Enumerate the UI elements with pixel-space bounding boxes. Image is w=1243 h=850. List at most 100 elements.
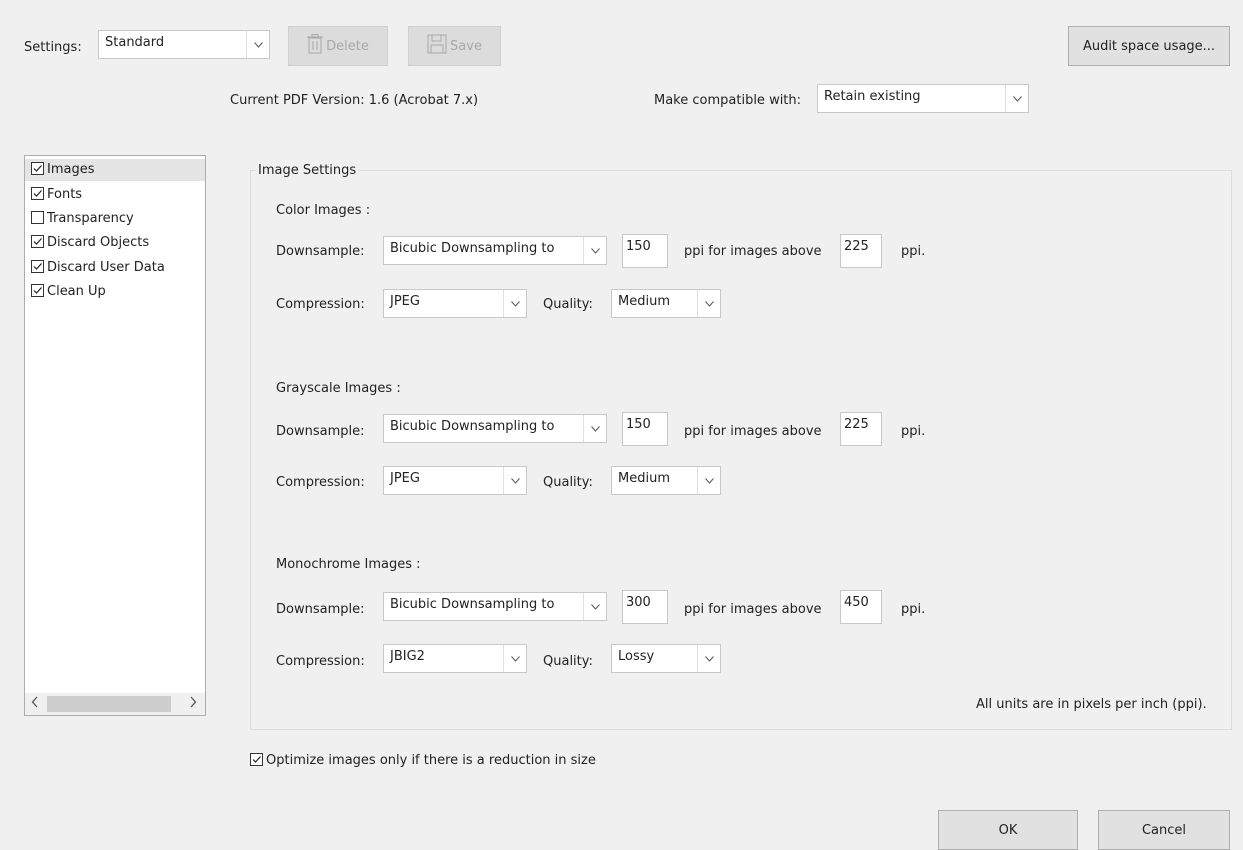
- color-images-title: Color Images :: [276, 203, 371, 218]
- cancel-button[interactable]: Cancel: [1098, 810, 1230, 850]
- checkbox-discard-objects[interactable]: [31, 235, 44, 248]
- checkbox-images[interactable]: [31, 162, 44, 175]
- quality-label: Quality:: [543, 297, 593, 312]
- scrollbar-thumb[interactable]: [47, 696, 171, 712]
- settings-select[interactable]: Standard: [98, 30, 270, 59]
- category-list[interactable]: Images Fonts Transparency Discard Object…: [24, 155, 206, 716]
- compression-label: Compression:: [276, 654, 365, 669]
- chevron-down-icon: [697, 467, 720, 494]
- list-item-discard-objects[interactable]: Discard Objects: [31, 232, 149, 254]
- quality-label: Quality:: [543, 654, 593, 669]
- scroll-left-icon[interactable]: [31, 696, 39, 712]
- ppi-above-label: ppi for images above: [684, 244, 822, 259]
- floppy-disk-icon: [427, 34, 447, 58]
- color-quality-select[interactable]: Medium: [611, 289, 721, 318]
- monochrome-images-title: Monochrome Images :: [276, 557, 421, 572]
- ppi-label: ppi.: [901, 602, 926, 617]
- save-button[interactable]: Save: [408, 26, 501, 66]
- optimize-checkbox-row[interactable]: Optimize images only if there is a reduc…: [250, 753, 596, 768]
- chevron-down-icon: [697, 645, 720, 672]
- settings-select-value: Standard: [105, 35, 165, 50]
- monochrome-ppi-input[interactable]: 300: [622, 590, 668, 624]
- monochrome-ppi-value: 300: [626, 595, 651, 610]
- chevron-down-icon: [697, 290, 720, 317]
- monochrome-quality-value: Lossy: [618, 649, 655, 664]
- list-item-label: Fonts: [47, 187, 83, 202]
- color-compression-value: JPEG: [390, 294, 420, 309]
- color-above-value: 225: [844, 239, 869, 254]
- color-above-input[interactable]: 225: [840, 234, 882, 268]
- delete-button-label: Delete: [326, 38, 369, 54]
- ppi-label: ppi.: [901, 424, 926, 439]
- checkbox-clean-up[interactable]: [31, 284, 44, 297]
- audit-space-usage-label: Audit space usage...: [1082, 38, 1216, 54]
- list-item-label: Transparency: [47, 211, 134, 226]
- grayscale-compression-select[interactable]: JPEG: [383, 466, 527, 495]
- compression-label: Compression:: [276, 297, 365, 312]
- grayscale-downsample-select[interactable]: Bicubic Downsampling to: [383, 414, 607, 443]
- ok-button-label: OK: [998, 822, 1018, 838]
- units-note: All units are in pixels per inch (ppi).: [976, 697, 1207, 712]
- settings-label: Settings:: [24, 40, 82, 55]
- monochrome-compression-value: JBIG2: [390, 649, 425, 664]
- monochrome-downsample-value: Bicubic Downsampling to: [390, 597, 555, 612]
- list-item-label: Clean Up: [47, 284, 106, 299]
- checkbox-discard-user-data[interactable]: [31, 260, 44, 273]
- chevron-down-icon: [503, 290, 526, 317]
- grayscale-quality-select[interactable]: Medium: [611, 466, 721, 495]
- grayscale-ppi-input[interactable]: 150: [622, 412, 668, 446]
- list-item-images[interactable]: Images: [31, 159, 95, 181]
- downsample-label: Downsample:: [276, 244, 365, 259]
- ppi-label: ppi.: [901, 244, 926, 259]
- monochrome-downsample-select[interactable]: Bicubic Downsampling to: [383, 592, 607, 621]
- chevron-down-icon: [246, 31, 269, 58]
- save-button-label: Save: [450, 38, 482, 54]
- trash-icon: [307, 34, 324, 58]
- scroll-right-icon[interactable]: [189, 696, 197, 712]
- checkbox-transparency[interactable]: [31, 211, 44, 224]
- delete-button[interactable]: Delete: [288, 26, 388, 66]
- grayscale-above-input[interactable]: 225: [840, 412, 882, 446]
- quality-label: Quality:: [543, 475, 593, 490]
- compat-select[interactable]: Retain existing: [817, 84, 1029, 113]
- ppi-above-label: ppi for images above: [684, 602, 822, 617]
- chevron-down-icon: [583, 237, 606, 264]
- ppi-above-label: ppi for images above: [684, 424, 822, 439]
- chevron-down-icon: [1005, 85, 1028, 112]
- list-item-fonts[interactable]: Fonts: [31, 184, 82, 206]
- color-ppi-input[interactable]: 150: [622, 234, 668, 268]
- monochrome-compression-select[interactable]: JBIG2: [383, 644, 527, 673]
- ok-button[interactable]: OK: [938, 810, 1078, 850]
- compression-label: Compression:: [276, 475, 365, 490]
- color-downsample-select[interactable]: Bicubic Downsampling to: [383, 236, 607, 265]
- color-compression-select[interactable]: JPEG: [383, 289, 527, 318]
- list-item-clean-up[interactable]: Clean Up: [31, 281, 106, 303]
- downsample-label: Downsample:: [276, 424, 365, 439]
- chevron-down-icon: [503, 467, 526, 494]
- color-quality-value: Medium: [618, 294, 670, 309]
- list-item-label: Discard User Data: [47, 260, 165, 275]
- cancel-button-label: Cancel: [1141, 822, 1187, 838]
- chevron-down-icon: [583, 593, 606, 620]
- current-pdf-version: Current PDF Version: 1.6 (Acrobat 7.x): [230, 93, 479, 108]
- image-settings-title: Image Settings: [256, 163, 359, 178]
- grayscale-compression-value: JPEG: [390, 471, 420, 486]
- audit-space-usage-button[interactable]: Audit space usage...: [1068, 26, 1230, 66]
- list-item-discard-user-data[interactable]: Discard User Data: [31, 257, 165, 279]
- color-downsample-value: Bicubic Downsampling to: [390, 241, 555, 256]
- list-item-transparency[interactable]: Transparency: [31, 208, 134, 230]
- list-item-label: Discard Objects: [47, 235, 150, 250]
- grayscale-quality-value: Medium: [618, 471, 670, 486]
- horizontal-scrollbar[interactable]: [25, 693, 205, 715]
- optimize-checkbox[interactable]: [250, 753, 263, 766]
- chevron-down-icon: [583, 415, 606, 442]
- compat-select-value: Retain existing: [824, 89, 921, 104]
- chevron-down-icon: [503, 645, 526, 672]
- monochrome-above-value: 450: [844, 595, 869, 610]
- grayscale-images-title: Grayscale Images :: [276, 381, 401, 396]
- downsample-label: Downsample:: [276, 602, 365, 617]
- monochrome-above-input[interactable]: 450: [840, 590, 882, 624]
- checkbox-fonts[interactable]: [31, 187, 44, 200]
- monochrome-quality-select[interactable]: Lossy: [611, 644, 721, 673]
- compat-label: Make compatible with:: [654, 93, 802, 108]
